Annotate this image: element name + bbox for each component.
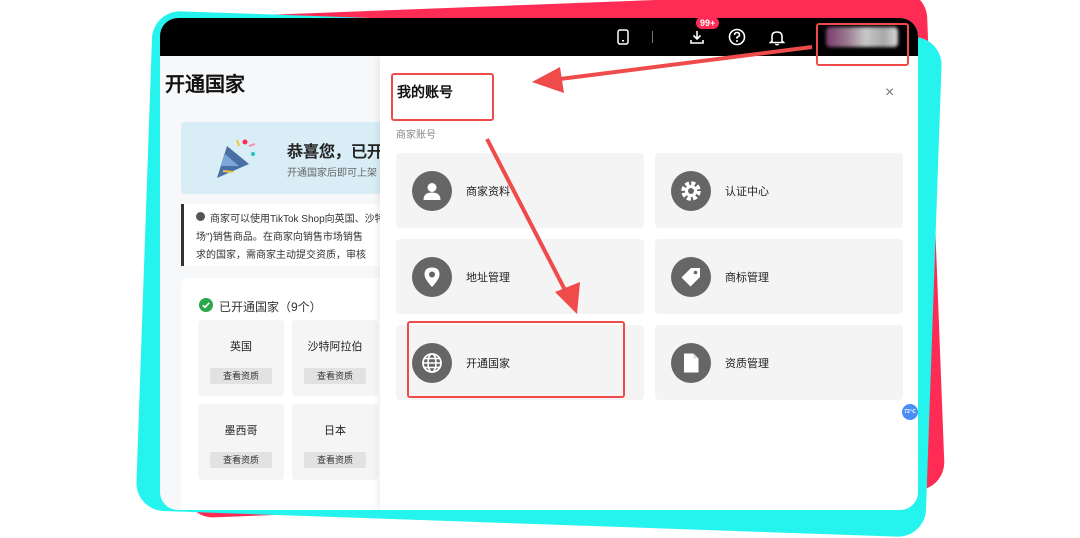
- tile-label: 商家资料: [466, 186, 510, 198]
- download-count-badge: 99+: [696, 18, 720, 29]
- banner-subtitle: 开通国家后即可上架: [287, 168, 377, 179]
- view-qualification-button[interactable]: 查看资质: [304, 368, 366, 384]
- tile-label: 商标管理: [725, 272, 769, 284]
- view-qualification-button[interactable]: 查看资质: [304, 452, 366, 468]
- top-navigation-bar: 99+: [160, 18, 918, 56]
- tag-icon: [671, 257, 711, 297]
- phone-icon[interactable]: [610, 24, 636, 50]
- opened-countries-title: 已开通国家（9个）: [219, 300, 322, 314]
- check-circle-icon: [199, 298, 213, 317]
- location-pin-icon: [412, 257, 452, 297]
- highlight-box-account: [816, 23, 909, 66]
- info-icon: [196, 212, 205, 221]
- party-popper-icon: [211, 134, 259, 187]
- help-icon[interactable]: [724, 24, 750, 50]
- tile-label: 地址管理: [466, 272, 510, 284]
- section-label: 商家账号: [396, 130, 436, 141]
- tile-address-management[interactable]: 地址管理: [396, 239, 644, 314]
- tile-verification-center[interactable]: 认证中心: [655, 153, 903, 228]
- notice-line: 商家可以使用TikTok Shop向英国、沙特: [210, 214, 385, 225]
- notice-line: 求的国家，需商家主动提交资质，审核: [196, 250, 366, 261]
- country-cell-japan: 日本 查看资质: [292, 404, 378, 480]
- close-icon[interactable]: ×: [885, 84, 894, 102]
- country-name: 英国: [230, 341, 252, 353]
- topbar-separator: [652, 31, 653, 43]
- page-title: 开通国家: [165, 74, 245, 96]
- gear-icon: [671, 171, 711, 211]
- country-cell-uk: 英国 查看资质: [198, 320, 284, 396]
- bell-icon[interactable]: [764, 24, 790, 50]
- document-icon: [671, 343, 711, 383]
- tile-qualification-management[interactable]: 资质管理: [655, 325, 903, 400]
- my-account-drawer: 我的账号 × 商家账号 商家资料 认证中心 地址管理 商标管理 开通国家 资质管…: [380, 56, 918, 510]
- tile-label: 资质管理: [725, 358, 769, 370]
- opened-countries-card: 已开通国家（9个） 英国 查看资质 沙特阿拉伯 查看资质 墨西哥 查看资质 日本…: [181, 278, 391, 510]
- country-page: 开通国家 恭喜您，已开通 开通国家后即可上架 商家可以使用TikTok Shop…: [160, 56, 399, 510]
- user-icon: [412, 171, 452, 211]
- view-qualification-button[interactable]: 查看资质: [210, 368, 272, 384]
- tile-merchant-profile[interactable]: 商家资料: [396, 153, 644, 228]
- app-window: 99+ 开通国家 恭喜您，已开通 开通国家后即可上架 商家可以使用TikTok …: [160, 18, 918, 510]
- country-name: 日本: [324, 425, 346, 437]
- floating-widget-button[interactable]: 72℃: [902, 404, 918, 420]
- country-name: 墨西哥: [224, 425, 258, 437]
- notice-line: 场")销售商品。在商家向销售市场销售: [196, 232, 363, 243]
- country-cell-saudi-arabia: 沙特阿拉伯 查看资质: [292, 320, 378, 396]
- tile-trademark-management[interactable]: 商标管理: [655, 239, 903, 314]
- tile-label: 认证中心: [725, 186, 769, 198]
- success-banner: 恭喜您，已开通 开通国家后即可上架: [181, 122, 399, 194]
- highlight-box-open-countries: [407, 321, 625, 398]
- view-qualification-button[interactable]: 查看资质: [210, 452, 272, 468]
- notice-box: 商家可以使用TikTok Shop向英国、沙特 场")销售商品。在商家向销售市场…: [181, 204, 394, 266]
- country-name: 沙特阿拉伯: [307, 341, 363, 353]
- country-cell-mexico: 墨西哥 查看资质: [198, 404, 284, 480]
- highlight-box-my-account: [391, 73, 494, 121]
